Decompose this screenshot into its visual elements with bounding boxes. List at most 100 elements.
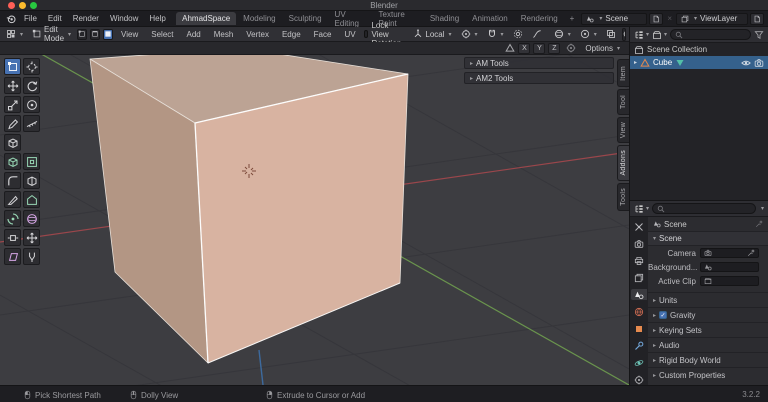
pin-icon[interactable]: [755, 220, 763, 228]
tool-loop-cut[interactable]: [23, 172, 40, 189]
menu-help[interactable]: Help: [144, 12, 170, 25]
shading-wireframe-button[interactable]: [622, 28, 625, 40]
sidebar-tab-item[interactable]: Item: [617, 59, 629, 87]
outliner-display-mode-dropdown[interactable]: ▾: [634, 30, 649, 40]
editor-type-button[interactable]: ▾: [3, 28, 26, 40]
tool-transform[interactable]: [23, 96, 40, 113]
tab-tool[interactable]: [631, 221, 647, 232]
sidebar-tab-addons[interactable]: Addons: [617, 145, 629, 181]
tool-spin[interactable]: [4, 210, 21, 227]
snap-toggle[interactable]: ▾: [484, 28, 507, 40]
tab-scene[interactable]: [631, 289, 647, 300]
viewport-menu-face[interactable]: Face: [309, 28, 337, 41]
viewport-menu-view[interactable]: View: [116, 28, 143, 41]
eyedropper-icon[interactable]: [747, 249, 755, 257]
panel-rigid-body-world[interactable]: ▸ Rigid Body World: [648, 352, 768, 367]
tool-shear[interactable]: [4, 248, 21, 265]
panel-custom-properties[interactable]: ▸ Custom Properties: [648, 367, 768, 382]
proportional-falloff-dropdown[interactable]: [529, 28, 545, 40]
tab-data[interactable]: [631, 374, 647, 385]
add-workspace-button[interactable]: +: [565, 12, 580, 25]
panel-am-tools[interactable]: ▸ AM Tools: [464, 57, 614, 69]
tab-object[interactable]: [631, 323, 647, 334]
workspace-tab-sculpting[interactable]: Sculpting: [283, 12, 328, 25]
viewport-menu-edge[interactable]: Edge: [277, 28, 306, 41]
camera-field[interactable]: [700, 248, 759, 258]
viewport-menu-mesh[interactable]: Mesh: [209, 28, 239, 41]
tab-render[interactable]: [631, 238, 647, 249]
viewport-menu-add[interactable]: Add: [181, 28, 205, 41]
xray-toggle[interactable]: [603, 28, 619, 40]
tool-measure[interactable]: [23, 115, 40, 132]
funnel-filter-icon[interactable]: [754, 30, 764, 40]
background-scene-field[interactable]: [700, 262, 759, 272]
panel-audio[interactable]: ▸ Audio: [648, 337, 768, 352]
tab-output[interactable]: [631, 255, 647, 266]
outliner-search-input[interactable]: [670, 29, 751, 40]
panel-keying-sets[interactable]: ▸ Keying Sets: [648, 322, 768, 337]
menu-render[interactable]: Render: [68, 12, 104, 25]
cube-front-face[interactable]: [194, 73, 409, 364]
tool-bevel[interactable]: [4, 172, 21, 189]
properties-editor-type-button[interactable]: ▾: [634, 204, 649, 214]
tool-shrink-fatten[interactable]: [23, 229, 40, 246]
tool-add-cube[interactable]: [4, 134, 21, 151]
mode-dropdown[interactable]: Edit Mode ▾: [29, 24, 74, 44]
tool-poly-build[interactable]: [23, 191, 40, 208]
tab-world[interactable]: [631, 306, 647, 317]
tool-select-box[interactable]: [4, 58, 21, 75]
menu-window[interactable]: Window: [105, 12, 143, 25]
sidebar-tab-tools[interactable]: Tools: [617, 183, 629, 211]
tool-extrude-region[interactable]: [4, 153, 21, 170]
properties-options-icon[interactable]: ▾: [761, 205, 764, 212]
face-select-mode-button[interactable]: [103, 28, 114, 40]
tool-move[interactable]: [4, 77, 21, 94]
panel-scene-header[interactable]: ▾ Scene: [648, 232, 768, 246]
tool-knife[interactable]: [4, 191, 21, 208]
outliner-row-scene-collection[interactable]: Scene Collection: [630, 43, 768, 56]
view-layer-select-field[interactable]: ▾ ViewLayer: [676, 12, 749, 25]
mirror-z-button[interactable]: Z: [548, 42, 561, 54]
workspace-tab-rendering[interactable]: Rendering: [515, 12, 564, 25]
active-clip-field[interactable]: [700, 276, 759, 286]
viewport-menu-vertex[interactable]: Vertex: [241, 28, 274, 41]
properties-search-input[interactable]: [652, 203, 756, 214]
cube-object[interactable]: [89, 55, 409, 364]
blender-logo-icon[interactable]: [6, 14, 16, 24]
tool-edge-slide[interactable]: [4, 229, 21, 246]
mirror-y-button[interactable]: Y: [533, 42, 546, 54]
sidebar-tab-view[interactable]: View: [617, 117, 629, 143]
viewport-3d[interactable]: ▸ AM Tools ▸ AM2 Tools Item Tool View Ad…: [0, 55, 629, 385]
camera-visibility-icon[interactable]: [754, 58, 764, 68]
panel-am2-tools[interactable]: ▸ AM2 Tools: [464, 72, 614, 84]
tool-rotate[interactable]: [23, 77, 40, 94]
transform-orientation-dropdown[interactable]: Local ▾: [410, 28, 454, 40]
eye-icon[interactable]: [741, 58, 751, 68]
expand-arrow-icon[interactable]: ▸: [634, 59, 637, 66]
tool-rip-region[interactable]: [23, 248, 40, 265]
workspace-tab-shading[interactable]: Shading: [424, 12, 465, 25]
new-scene-button[interactable]: [649, 12, 664, 25]
workspace-tab-animation[interactable]: Animation: [466, 12, 514, 25]
outliner-filter-dropdown[interactable]: ▾: [652, 30, 667, 40]
tab-physics[interactable]: [631, 357, 647, 368]
gizmos-dropdown[interactable]: ▾: [551, 28, 574, 40]
tool-cursor[interactable]: [23, 58, 40, 75]
proportional-editing-toggle[interactable]: [510, 28, 526, 40]
tool-inset-faces[interactable]: [23, 153, 40, 170]
overlays-dropdown[interactable]: ▾: [577, 28, 600, 40]
viewport-menu-uv[interactable]: UV: [339, 28, 360, 41]
tool-smooth[interactable]: [23, 210, 40, 227]
unlink-scene-button[interactable]: ×: [667, 14, 672, 23]
workspace-tab-modeling[interactable]: Modeling: [237, 12, 281, 25]
vertex-select-mode-button[interactable]: [77, 28, 88, 40]
scene-select-field[interactable]: ▾ Scene: [581, 12, 648, 25]
gravity-checkbox[interactable]: ✓: [659, 311, 668, 319]
edge-select-mode-button[interactable]: [90, 28, 101, 40]
sidebar-tab-tool[interactable]: Tool: [617, 89, 629, 115]
viewport-menu-select[interactable]: Select: [146, 28, 178, 41]
panel-units[interactable]: ▸ Units: [648, 292, 768, 307]
tool-annotate[interactable]: [4, 115, 21, 132]
pivot-point-dropdown[interactable]: ▾: [458, 28, 481, 40]
outliner-row-cube[interactable]: ▸ Cube: [630, 56, 768, 69]
